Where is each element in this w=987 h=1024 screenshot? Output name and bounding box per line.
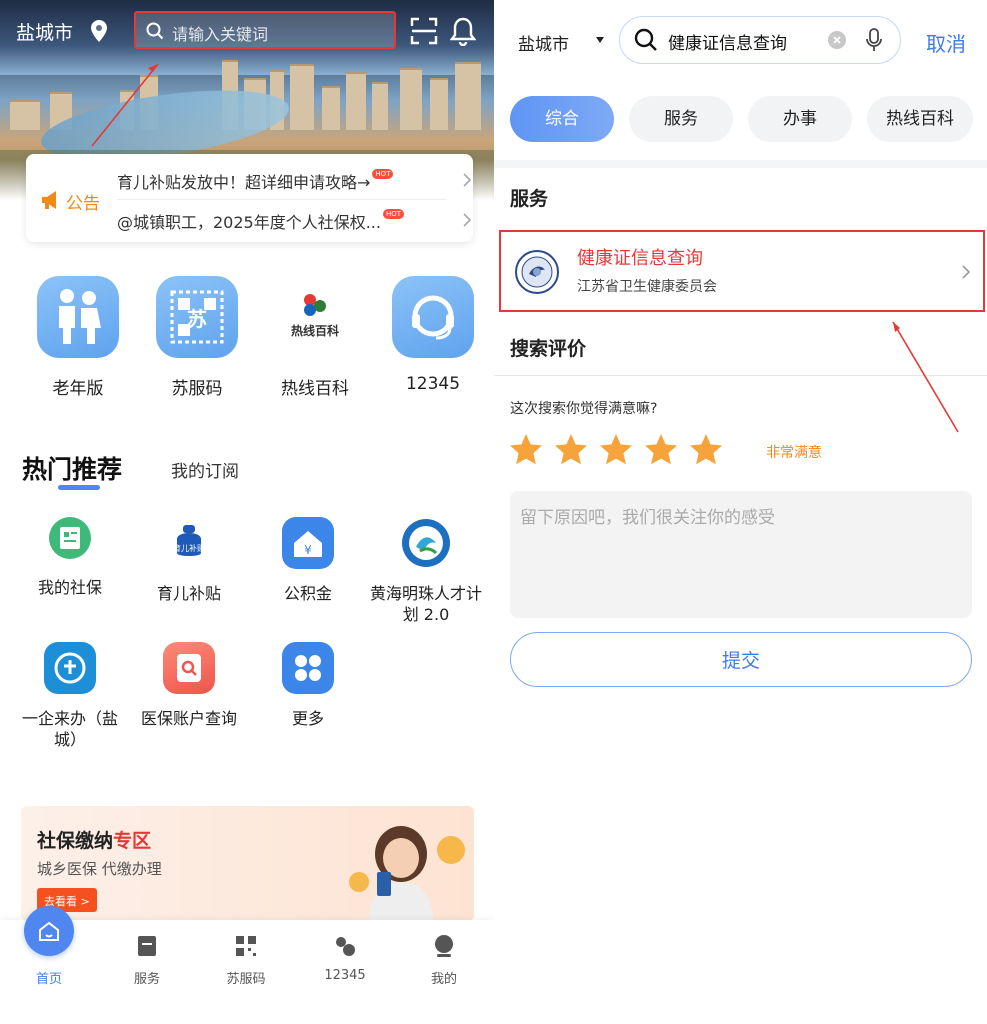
tab-service[interactable]: 服务 (98, 920, 196, 1024)
search-input[interactable]: 请输入关键词 (134, 11, 396, 49)
clear-icon[interactable] (828, 31, 846, 49)
result-title: 健康证信息查询 (577, 248, 703, 269)
banner-subtitle: 城乡医保 代缴办理 (37, 860, 162, 878)
scan-icon[interactable] (410, 17, 438, 45)
section-title-services: 服务 (510, 188, 549, 210)
star-icon[interactable] (508, 432, 544, 468)
bell-icon[interactable] (450, 16, 476, 46)
tab-hot-recommend[interactable]: 热门推荐 (22, 450, 122, 486)
notice-item[interactable]: 育儿补贴发放中！超详细申请攻略→ HOT (117, 169, 447, 193)
service-my-social-security[interactable]: 我的社保 (11, 517, 129, 598)
caret-down-icon[interactable] (595, 36, 605, 44)
svg-text:热线百科: 热线百科 (291, 323, 339, 338)
star-icon[interactable] (643, 432, 679, 468)
qr-code-icon (236, 936, 256, 956)
svg-text:育儿补贴: 育儿补贴 (173, 543, 205, 553)
quick-action-elderly[interactable]: 老年版 (37, 276, 119, 399)
chevron-right-icon (463, 173, 472, 187)
home-icon (24, 906, 74, 956)
svg-text:苏: 苏 (187, 307, 207, 331)
star-icon[interactable] (688, 432, 724, 468)
profile-icon (435, 935, 453, 957)
tab-my-subscriptions[interactable]: 我的订阅 (171, 457, 239, 482)
hotline-icon (336, 937, 355, 956)
svg-text:¥: ¥ (304, 543, 312, 557)
tab-12345[interactable]: 12345 (296, 920, 394, 1024)
tab-sufu-code[interactable]: 苏服码 (197, 920, 295, 1024)
location-pin-icon[interactable] (91, 20, 107, 42)
feedback-textarea[interactable] (510, 491, 972, 618)
submit-button[interactable]: 提交 (510, 632, 972, 687)
health-commission-logo-icon (515, 250, 559, 294)
notice-label: 公告 (66, 194, 100, 214)
service-enterprise-one-stop[interactable]: 一企来办（盐城） (11, 642, 129, 750)
divider (494, 160, 987, 168)
service-talent-plan[interactable]: 黄海明珠人才计划 2.0 (367, 517, 485, 625)
enterprise-service-icon (44, 642, 96, 694)
service-medical-insurance-query[interactable]: 医保账户查询 (130, 642, 248, 729)
notice-card: 公告 育儿补贴发放中！超详细申请攻略→ HOT @城镇职工，2025年度个人社保权… (26, 154, 473, 242)
promo-banner-social-security[interactable]: 社保缴纳专区 城乡医保 代缴办理 去看看 > (21, 806, 474, 921)
quick-action-12345[interactable]: 12345 (392, 276, 474, 394)
social-security-icon (49, 517, 91, 559)
rating-question: 这次搜索你觉得满意嘛? (510, 401, 658, 417)
search-icon (146, 22, 164, 40)
bottom-tab-bar: 首页 服务 苏服码 12345 我的 (0, 906, 494, 1024)
service-housing-fund[interactable]: ¥ 公积金 (249, 517, 367, 604)
search-input[interactable]: 健康证信息查询 (619, 16, 901, 64)
banner-title: 社保缴纳专区 (37, 830, 152, 852)
search-rating-title: 搜索评价 (510, 338, 587, 360)
hot-badge: HOT (382, 209, 405, 219)
cancel-button[interactable]: 取消 (926, 28, 966, 57)
result-subtitle: 江苏省卫生健康委员会 (577, 279, 717, 295)
chevron-right-icon (463, 213, 472, 227)
hot-badge: HOT (372, 169, 394, 179)
more-grid-icon (282, 642, 334, 694)
cartoon-girl-illustration (349, 826, 465, 921)
tab-home[interactable]: 首页 (0, 906, 98, 1024)
rating-label: 非常满意 (766, 445, 822, 461)
search-placeholder: 请输入关键词 (172, 25, 269, 44)
active-tab-indicator (58, 485, 100, 490)
location-label[interactable]: 盐城市 (16, 18, 73, 45)
star-icon[interactable] (598, 432, 634, 468)
microphone-icon[interactable] (866, 28, 882, 52)
home-screen: 盐城市 请输入关键词 公告 育儿补贴发放中！超详细申请攻略→ HOT @城镇职工… (0, 0, 494, 1024)
talent-plan-icon (400, 517, 452, 569)
headset-icon (392, 276, 474, 358)
quick-action-sufu-code[interactable]: 苏 苏服码 (156, 276, 238, 399)
notice-item[interactable]: @城镇职工，2025年度个人社保权... HOT (117, 209, 447, 233)
chip-service[interactable]: 服务 (629, 96, 733, 142)
chip-affairs[interactable]: 办事 (748, 96, 852, 142)
top-bar: 盐城市 请输入关键词 (0, 0, 494, 64)
childcare-subsidy-icon: 育儿补贴 (163, 517, 215, 569)
elderly-couple-icon (37, 276, 119, 358)
service-icon (138, 936, 156, 956)
quick-action-hotline-encyclopedia[interactable]: 热线百科 热线百科 (274, 276, 356, 399)
search-icon (634, 28, 657, 51)
star-icon[interactable] (553, 432, 589, 468)
chip-hotline-encyclopedia[interactable]: 热线百科 (867, 96, 973, 142)
divider (494, 375, 987, 376)
search-results-screen: 盐城市 健康证信息查询 取消 综合 服务 办事 热线百科 服务 健康证信息查询 … (494, 0, 987, 1024)
chip-comprehensive[interactable]: 综合 (510, 96, 614, 142)
chevron-right-icon (962, 265, 971, 279)
search-result-health-certificate[interactable]: 健康证信息查询 江苏省卫生健康委员会 (499, 230, 985, 312)
housing-fund-icon: ¥ (282, 517, 334, 569)
service-childcare-subsidy[interactable]: 育儿补贴 育儿补贴 (130, 517, 248, 604)
service-more[interactable]: 更多 (249, 642, 367, 729)
medical-insurance-icon (163, 642, 215, 694)
hotline-encyclopedia-icon: 热线百科 (274, 276, 356, 358)
megaphone-icon (42, 191, 56, 209)
search-value: 健康证信息查询 (668, 34, 787, 54)
tab-mine[interactable]: 我的 (395, 920, 493, 1024)
qr-code-icon: 苏 (156, 276, 238, 358)
location-selector[interactable]: 盐城市 (518, 30, 569, 55)
